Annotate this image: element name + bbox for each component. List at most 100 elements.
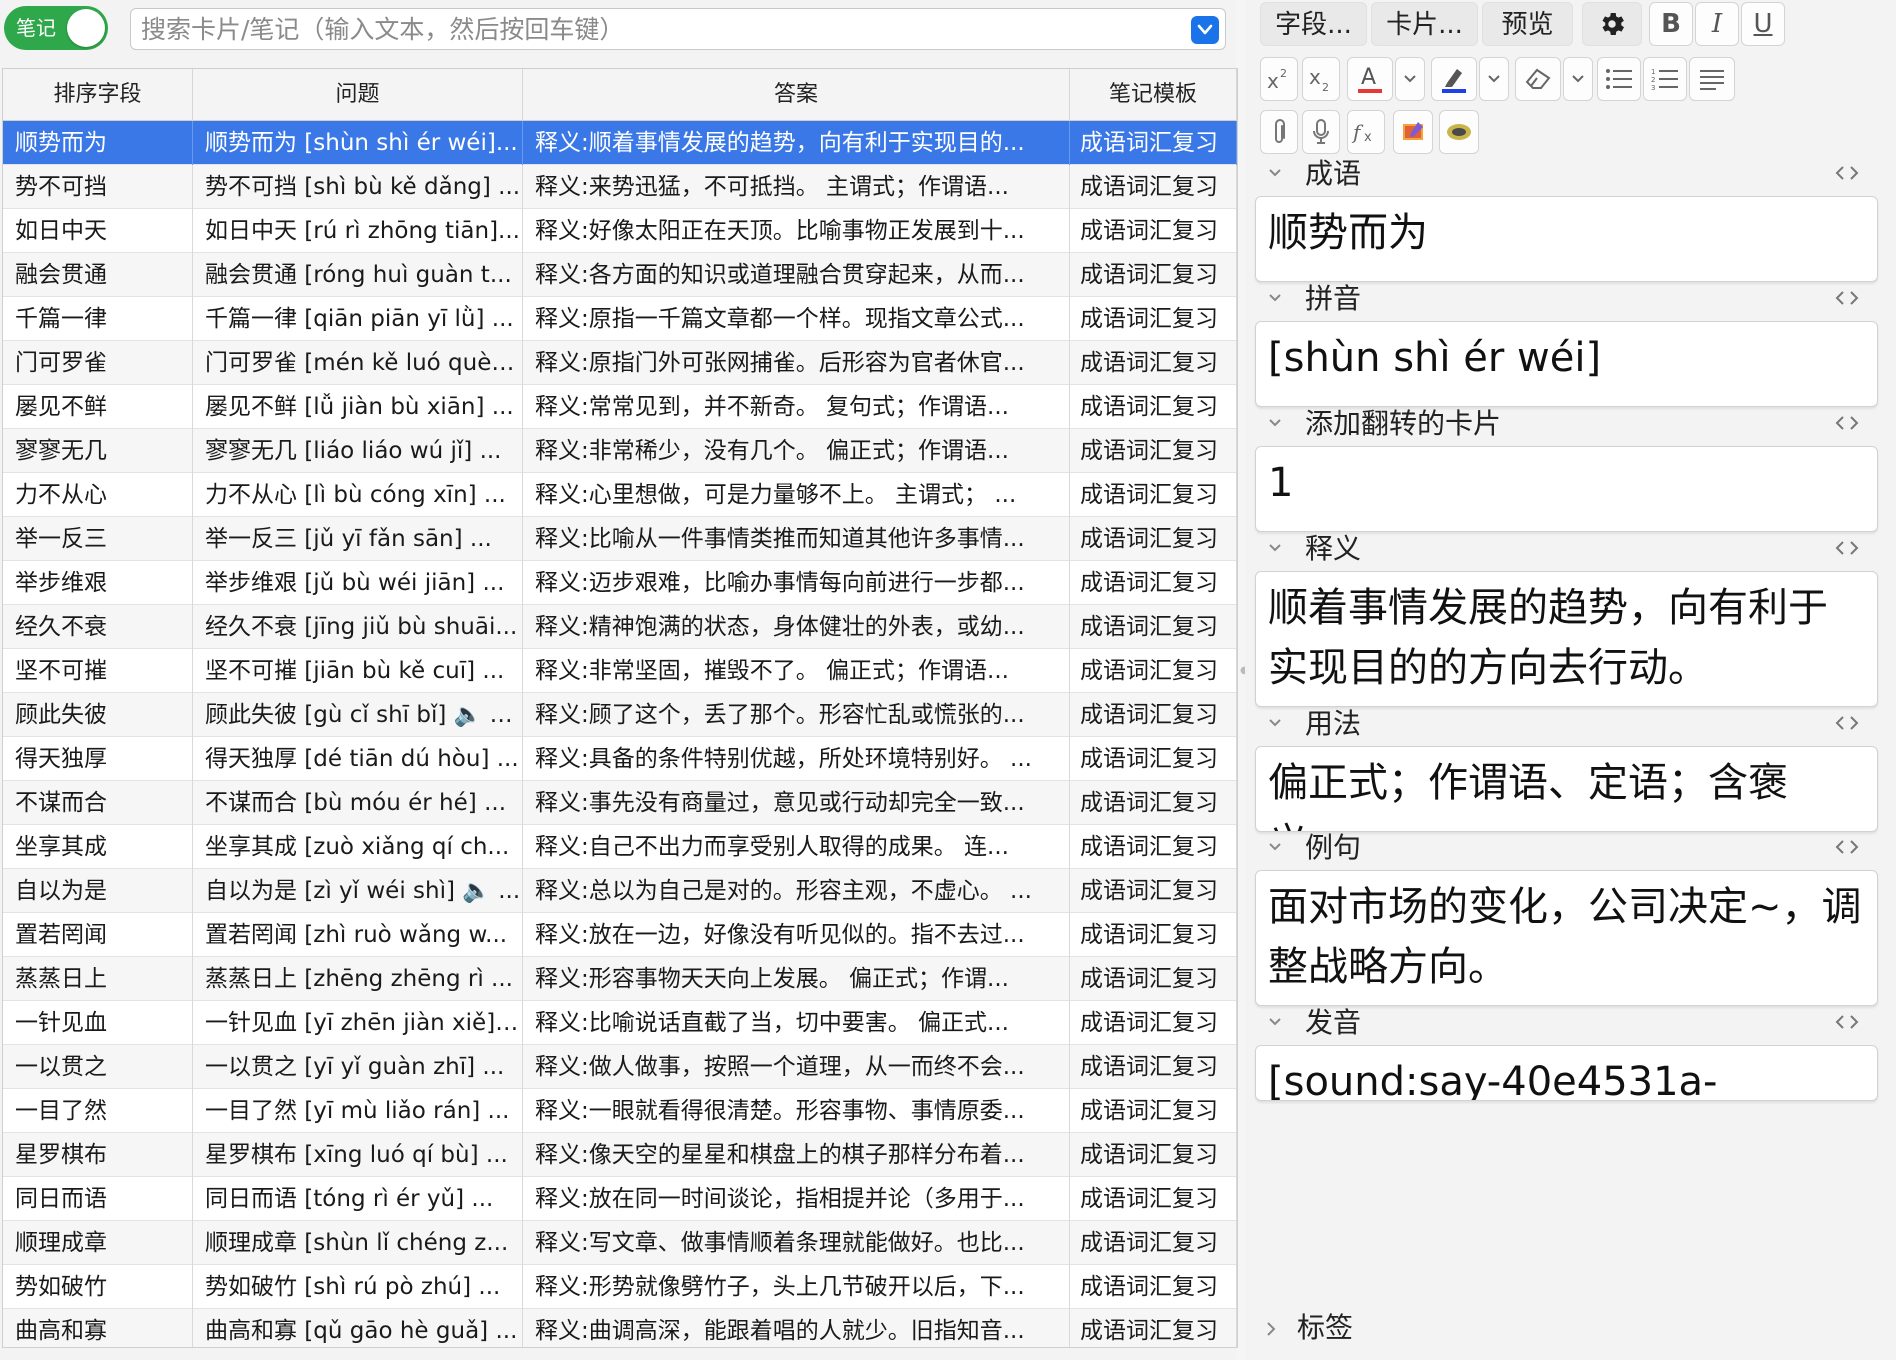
underline-button[interactable]: U xyxy=(1741,2,1785,46)
table-row[interactable]: 蒸蒸日上 蒸蒸日上 [zhēng zhēng rì ... 释义:形容事物天天向上发… xyxy=(3,957,1237,1001)
field-header[interactable]: 释义 xyxy=(1245,527,1870,571)
chevron-down-icon[interactable] xyxy=(1267,838,1283,857)
table-row[interactable]: 经久不衰 经久不衰 [jīng jiǔ bù shuāi... 释义:精神饱满的状态… xyxy=(3,605,1237,649)
search-input[interactable] xyxy=(141,9,1161,49)
cell-answer: 释义:比喻说话直截了当，切中要害。 偏正式... xyxy=(523,1001,1070,1045)
table-row[interactable]: 顺理成章 顺理成章 [shùn lǐ chéng z... 释义:写文章、做事情顺着… xyxy=(3,1221,1237,1265)
equation-button[interactable]: fx xyxy=(1347,110,1385,154)
table-row[interactable]: 一目了然 一目了然 [yī mù liǎo rán] ... 释义:一眼就看得很清楚… xyxy=(3,1089,1237,1133)
field-editor[interactable]: 1 xyxy=(1255,446,1878,532)
record-audio-button[interactable] xyxy=(1302,110,1340,154)
column-header-answer[interactable]: 答案 xyxy=(523,69,1070,121)
html-editor-toggle-icon[interactable] xyxy=(1834,1013,1860,1035)
table-row[interactable]: 同日而语 同日而语 [tóng rì ér yǔ] ... 释义:放在同一时间谈论，… xyxy=(3,1177,1237,1221)
svg-text:1: 1 xyxy=(1651,68,1655,76)
field-header[interactable]: 添加翻转的卡片 xyxy=(1245,402,1870,446)
table-row[interactable]: 一以贯之 一以贯之 [yī yǐ guàn zhī] ... 释义:做人做事，按照一… xyxy=(3,1045,1237,1089)
highlight-dropdown[interactable] xyxy=(1479,57,1509,101)
table-row[interactable]: 坐享其成 坐享其成 [zuò xiǎng qí ch... 释义:自己不出力而享受别… xyxy=(3,825,1237,869)
html-editor-toggle-icon[interactable] xyxy=(1834,539,1860,561)
field-editor[interactable]: 顺势而为 xyxy=(1255,196,1878,282)
chevron-down-icon[interactable] xyxy=(1267,289,1283,308)
table-row[interactable]: 得天独厚 得天独厚 [dé tiān dú hòu] ... 释义:具备的条件特别优… xyxy=(3,737,1237,781)
chevron-down-icon[interactable] xyxy=(1267,539,1283,558)
settings-button[interactable] xyxy=(1582,2,1642,46)
cell-note-type: 成语词汇复习 xyxy=(1070,253,1237,297)
table-row[interactable]: 举一反三 举一反三 [jǔ yī fǎn sān] ... 释义:比喻从一件事情类推… xyxy=(3,517,1237,561)
html-editor-toggle-icon[interactable] xyxy=(1834,164,1860,186)
table-row[interactable]: 势如破竹 势如破竹 [shì rú pò zhú] ... 释义:形势就像劈竹子，头… xyxy=(3,1265,1237,1309)
alignment-button[interactable] xyxy=(1689,57,1735,101)
cell-answer: 释义:写文章、做事情顺着条理就能做好。也比... xyxy=(523,1221,1070,1265)
image-occlusion-button[interactable] xyxy=(1393,110,1433,154)
preview-button[interactable]: 预览 xyxy=(1482,2,1573,46)
cell-answer: 释义:精神饱满的状态，身体健壮的外表，或幼... xyxy=(523,605,1070,649)
html-editor-toggle-icon[interactable] xyxy=(1834,289,1860,311)
field-editor[interactable]: 面对市场的变化，公司决定~，调整战略方向。 xyxy=(1255,870,1878,1006)
table-row[interactable]: 门可罗雀 门可罗雀 [mén kě luó què]... 释义:原指门外可张网捕雀… xyxy=(3,341,1237,385)
chevron-down-icon[interactable] xyxy=(1267,1013,1283,1032)
table-row[interactable]: 一针见血 一针见血 [yī zhēn jiàn xiě] ... 释义:比喻说话直截… xyxy=(3,1001,1237,1045)
table-row[interactable]: 力不从心 力不从心 [lì bù cóng xīn] ... 释义:心里想做，可是力… xyxy=(3,473,1237,517)
table-row[interactable]: 顾此失彼 顾此失彼 [gù cǐ shī bǐ] 🔈 s... 释义:顾了这个，丢了… xyxy=(3,693,1237,737)
clear-format-dropdown[interactable] xyxy=(1563,57,1593,101)
field-label: 成语 xyxy=(1305,157,1362,190)
ordered-list-button[interactable]: 123 xyxy=(1643,57,1687,101)
note-editor-pane: 字段... 卡片... 预览 B I U x2 x2 A 1 2 3 f x 成… xyxy=(1245,0,1896,1360)
table-row[interactable]: 顺势而为 顺势而为 [shùn shì ér wéi]... 释义:顺着事情发展的趋… xyxy=(3,121,1237,165)
table-row[interactable]: 自以为是 自以为是 [zì yǐ wéi shì] 🔈 ... 释义:总以为自己是对… xyxy=(3,869,1237,913)
table-row[interactable]: 坚不可摧 坚不可摧 [jiān bù kě cuī] ... 释义:非常坚固，摧毁不… xyxy=(3,649,1237,693)
table-row[interactable]: 千篇一律 千篇一律 [qiān piān yī lǜ] ... 释义:原指一千篇文章… xyxy=(3,297,1237,341)
cell-note-type: 成语词汇复习 xyxy=(1070,165,1237,209)
column-header-question[interactable]: 问题 xyxy=(193,69,523,121)
table-row[interactable]: 举步维艰 举步维艰 [jǔ bù wéi jiān] ... 释义:迈步艰难，比喻办… xyxy=(3,561,1237,605)
column-header-sort-field[interactable]: 排序字段 xyxy=(3,69,193,121)
field-editor[interactable]: [shùn shì ér wéi] xyxy=(1255,321,1878,407)
bold-button[interactable]: B xyxy=(1649,2,1693,46)
cell-sort-field: 门可罗雀 xyxy=(3,341,193,385)
cards-button[interactable]: 卡片... xyxy=(1371,2,1478,46)
superscript-button[interactable]: x2 xyxy=(1260,57,1298,101)
field-header[interactable]: 例句 xyxy=(1245,826,1870,870)
field-editor[interactable]: [sound:say-40e4531a-0e89c5e4 xyxy=(1255,1045,1878,1101)
search-history-dropdown[interactable] xyxy=(1191,16,1219,44)
field-header[interactable]: 发音 xyxy=(1245,1001,1870,1045)
table-row[interactable]: 屡见不鲜 屡见不鲜 [lǚ jiàn bù xiān] ... 释义:常常见到，并不… xyxy=(3,385,1237,429)
attach-button[interactable] xyxy=(1260,110,1298,154)
field-editor[interactable]: 偏正式；作谓语、定语；含褒义。 xyxy=(1255,746,1878,832)
cell-note-type: 成语词汇复习 xyxy=(1070,1089,1237,1133)
cell-note-type: 成语词汇复习 xyxy=(1070,473,1237,517)
html-editor-toggle-icon[interactable] xyxy=(1834,838,1860,860)
cell-sort-field: 举一反三 xyxy=(3,517,193,561)
table-row[interactable]: 不谋而合 不谋而合 [bù móu ér hé] ... 释义:事先没有商量过，意见… xyxy=(3,781,1237,825)
clear-format-button[interactable] xyxy=(1515,57,1561,101)
column-header-note-type[interactable]: 笔记模板 xyxy=(1070,69,1237,121)
table-row[interactable]: 置若罔闻 置若罔闻 [zhì ruò wǎng w... 释义:放在一边，好像没有听… xyxy=(3,913,1237,957)
cards-notes-toggle[interactable]: 笔记 xyxy=(4,6,108,50)
chevron-down-icon[interactable] xyxy=(1267,164,1283,183)
subscript-button[interactable]: x2 xyxy=(1302,57,1340,101)
html-editor-toggle-icon[interactable] xyxy=(1834,414,1860,436)
text-color-button[interactable]: A xyxy=(1347,57,1393,101)
field-header[interactable]: 拼音 xyxy=(1245,277,1870,321)
html-editor-toggle-icon[interactable] xyxy=(1834,714,1860,736)
field-label: 添加翻转的卡片 xyxy=(1305,407,1502,440)
table-row[interactable]: 曲高和寡 曲高和寡 [qǔ gāo hè guǎ] ... 释义:曲调高深，能跟着唱… xyxy=(3,1309,1237,1347)
tts-button[interactable] xyxy=(1439,110,1479,154)
text-color-dropdown[interactable] xyxy=(1395,57,1425,101)
chevron-down-icon[interactable] xyxy=(1267,714,1283,733)
table-row[interactable]: 势不可挡 势不可挡 [shì bù kě dǎng] ... 释义:来势迅猛，不可抵… xyxy=(3,165,1237,209)
fields-button[interactable]: 字段... xyxy=(1260,2,1367,46)
field-editor[interactable]: 顺着事情发展的趋势，向有利于实现目的的方向去行动。 xyxy=(1255,571,1878,707)
chevron-down-icon[interactable] xyxy=(1267,414,1283,433)
table-row[interactable]: 星罗棋布 星罗棋布 [xīng luó qí bù] ... 释义:像天空的星星和棋… xyxy=(3,1133,1237,1177)
tags-row[interactable]: 标签 xyxy=(1245,1300,1896,1360)
table-row[interactable]: 寥寥无几 寥寥无几 [liáo liáo wú jǐ] ... 释义:非常稀少，没有… xyxy=(3,429,1237,473)
table-row[interactable]: 融会贯通 融会贯通 [róng huì guàn t... 释义:各方面的知识或道理… xyxy=(3,253,1237,297)
table-row[interactable]: 如日中天 如日中天 [rú rì zhōng tiān]... 释义:好像太阳正在天… xyxy=(3,209,1237,253)
highlight-button[interactable] xyxy=(1431,57,1477,101)
field-header[interactable]: 用法 xyxy=(1245,702,1870,746)
italic-button[interactable]: I xyxy=(1695,2,1739,46)
field-header[interactable]: 成语 xyxy=(1245,152,1870,196)
unordered-list-button[interactable] xyxy=(1597,57,1641,101)
